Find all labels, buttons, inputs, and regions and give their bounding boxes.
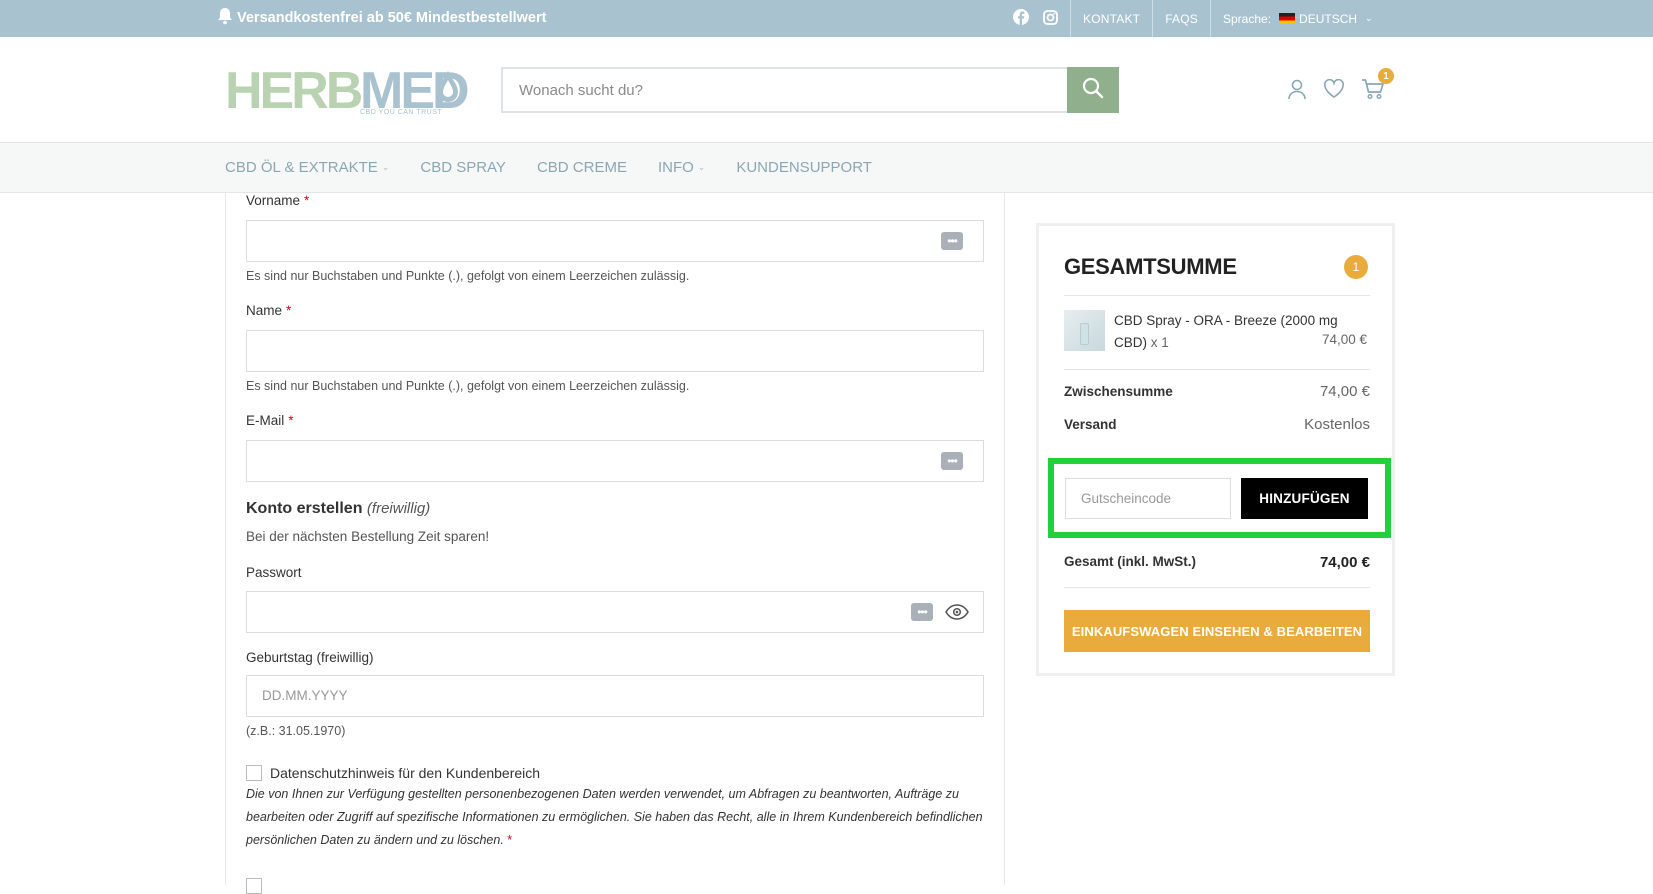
shipping-value: Kostenlos xyxy=(1304,416,1370,433)
shipping-row: Versand Kostenlos xyxy=(1064,416,1370,433)
wishlist-heart-icon[interactable] xyxy=(1323,78,1345,104)
nav-item-label: INFO xyxy=(657,159,694,176)
total-label: Gesamt (inkl. MwSt.) xyxy=(1064,554,1197,569)
email-label: E-Mail * xyxy=(246,413,294,428)
firstname-label: Vorname * xyxy=(246,193,310,208)
promo-text: Versandkostenfrei ab 50€ Mindestbestellw… xyxy=(237,10,547,26)
instagram-icon[interactable] xyxy=(1043,9,1058,28)
order-summary: GESAMTSUMME 1 CBD Spray - ORA - Breeze (… xyxy=(1036,223,1395,676)
password-label: Passwort xyxy=(246,565,302,580)
subtotal-label: Zwischensumme xyxy=(1064,384,1173,399)
logo-tagline: CBD YOU CAN TRUST xyxy=(360,109,443,116)
droplet-icon xyxy=(436,70,460,109)
birthday-label: Geburtstag (freiwillig) xyxy=(246,650,374,665)
firstname-field[interactable]: ••• xyxy=(246,220,984,262)
lastname-label: Name * xyxy=(246,303,292,318)
newsletter-checkbox[interactable] xyxy=(246,878,262,894)
privacy-text: Die von Ihnen zur Verfügung gestellten p… xyxy=(246,787,983,847)
privacy-checkbox-row[interactable]: Datenschutzhinweis für den Kundenbereich xyxy=(246,765,540,781)
privacy-checkbox[interactable] xyxy=(246,765,262,781)
product-thumbnail[interactable] xyxy=(1064,310,1105,351)
product-name: CBD Spray - ORA - Breeze (2000 mg CBD) x… xyxy=(1114,313,1338,350)
shipping-label: Versand xyxy=(1064,417,1117,432)
facebook-icon[interactable] xyxy=(1013,9,1029,28)
birthday-field[interactable]: DD.MM.YYYY xyxy=(246,675,984,717)
nav-item-info[interactable]: INFO ⌄ xyxy=(658,143,736,192)
main-nav: CBD ÖL & EXTRAKTE ⌄ CBD SPRAY CBD CREME I… xyxy=(0,142,1653,193)
apply-coupon-button[interactable]: HINZUFÜGEN xyxy=(1241,478,1368,519)
create-account-subtitle: Bei der nächsten Bestellung Zeit sparen! xyxy=(246,529,490,544)
nav-item-label: CBD ÖL & EXTRAKTE xyxy=(225,159,378,176)
chevron-down-icon: ⌄ xyxy=(1365,13,1373,23)
cart-button[interactable]: 1 xyxy=(1361,68,1394,105)
summary-title: GESAMTSUMME xyxy=(1064,254,1237,279)
email-field[interactable]: ••• xyxy=(246,440,984,482)
divider xyxy=(1064,295,1370,296)
search-button[interactable] xyxy=(1067,67,1119,113)
chevron-down-icon: ⌄ xyxy=(697,162,706,172)
password-manager-icon[interactable]: ••• xyxy=(941,232,963,250)
nav-item-cbd-oil[interactable]: CBD ÖL & EXTRAKTE ⌄ xyxy=(225,143,420,192)
search-input[interactable] xyxy=(503,69,1117,111)
language-selector[interactable]: Sprache: DEUTSCH ⌄ xyxy=(1210,0,1373,37)
lastname-hint: Es sind nur Buchstaben und Punkte (.), g… xyxy=(246,379,690,393)
coupon-highlight-box: Gutscheincode HINZUFÜGEN xyxy=(1048,458,1391,538)
user-icon[interactable] xyxy=(1287,79,1307,105)
subtotal-value: 74,00 € xyxy=(1319,383,1370,400)
password-manager-icon[interactable]: ••• xyxy=(911,603,933,621)
nav-item-label: CBD CREME xyxy=(536,159,627,176)
product-price: 74,00 € xyxy=(1321,332,1367,347)
total-row: Gesamt (inkl. MwSt.) 74,00 € xyxy=(1064,554,1370,571)
chevron-down-icon: ⌄ xyxy=(381,162,390,172)
view-edit-cart-button[interactable]: EINKAUFSWAGEN EINSEHEN & BEARBEITEN xyxy=(1064,610,1370,652)
coupon-code-input[interactable]: Gutscheincode xyxy=(1065,478,1231,519)
language-label: Sprache: xyxy=(1223,11,1272,26)
birthday-placeholder: DD.MM.YYYY xyxy=(262,688,348,703)
nav-item-cbd-creme[interactable]: CBD CREME xyxy=(537,143,658,192)
cart-icon xyxy=(1361,79,1385,104)
contact-link[interactable]: KONTAKT xyxy=(1070,0,1152,37)
divider xyxy=(1064,369,1370,370)
nav-item-label: KUNDENSUPPORT xyxy=(736,159,872,176)
cart-count-badge: 1 xyxy=(1378,68,1394,84)
summary-count-badge: 1 xyxy=(1344,255,1368,279)
nav-item-cbd-spray[interactable]: CBD SPRAY xyxy=(420,143,537,192)
total-value: 74,00 € xyxy=(1319,554,1370,571)
logo-herb-text: HERB xyxy=(225,62,363,120)
search-icon xyxy=(1082,77,1104,104)
create-account-heading: Konto erstellen (freiwillig) xyxy=(246,500,431,517)
top-bar: Versandkostenfrei ab 50€ Mindestbestellw… xyxy=(0,0,1653,37)
nav-item-support[interactable]: KUNDENSUPPORT xyxy=(736,143,903,192)
german-flag-icon xyxy=(1279,13,1296,24)
show-password-eye-icon[interactable] xyxy=(945,602,969,627)
bell-icon xyxy=(217,7,237,29)
site-logo[interactable]: HERB MED CBD YOU CAN TRUST xyxy=(225,64,470,124)
password-manager-icon[interactable]: ••• xyxy=(941,452,963,470)
faqs-link[interactable]: FAQS xyxy=(1152,0,1210,37)
lastname-field[interactable] xyxy=(246,330,984,372)
coupon-placeholder: Gutscheincode xyxy=(1081,491,1172,506)
shipping-promo: Versandkostenfrei ab 50€ Mindestbestellw… xyxy=(217,6,546,30)
site-header: HERB MED CBD YOU CAN TRUST 1 xyxy=(0,37,1653,142)
privacy-checkbox-label: Datenschutzhinweis für den Kundenbereich xyxy=(270,765,541,781)
divider xyxy=(1064,587,1370,588)
subtotal-row: Zwischensumme 74,00 € xyxy=(1064,383,1370,400)
nav-item-label: CBD SPRAY xyxy=(420,159,506,176)
newsletter-checkbox-row[interactable] xyxy=(246,878,262,894)
search-bar xyxy=(501,67,1119,113)
birthday-hint: (z.B.: 31.05.1970) xyxy=(246,724,346,738)
password-field[interactable]: ••• xyxy=(246,591,984,633)
language-value: DEUTSCH xyxy=(1299,11,1358,26)
firstname-hint: Es sind nur Buchstaben und Punkte (.), g… xyxy=(246,269,690,283)
